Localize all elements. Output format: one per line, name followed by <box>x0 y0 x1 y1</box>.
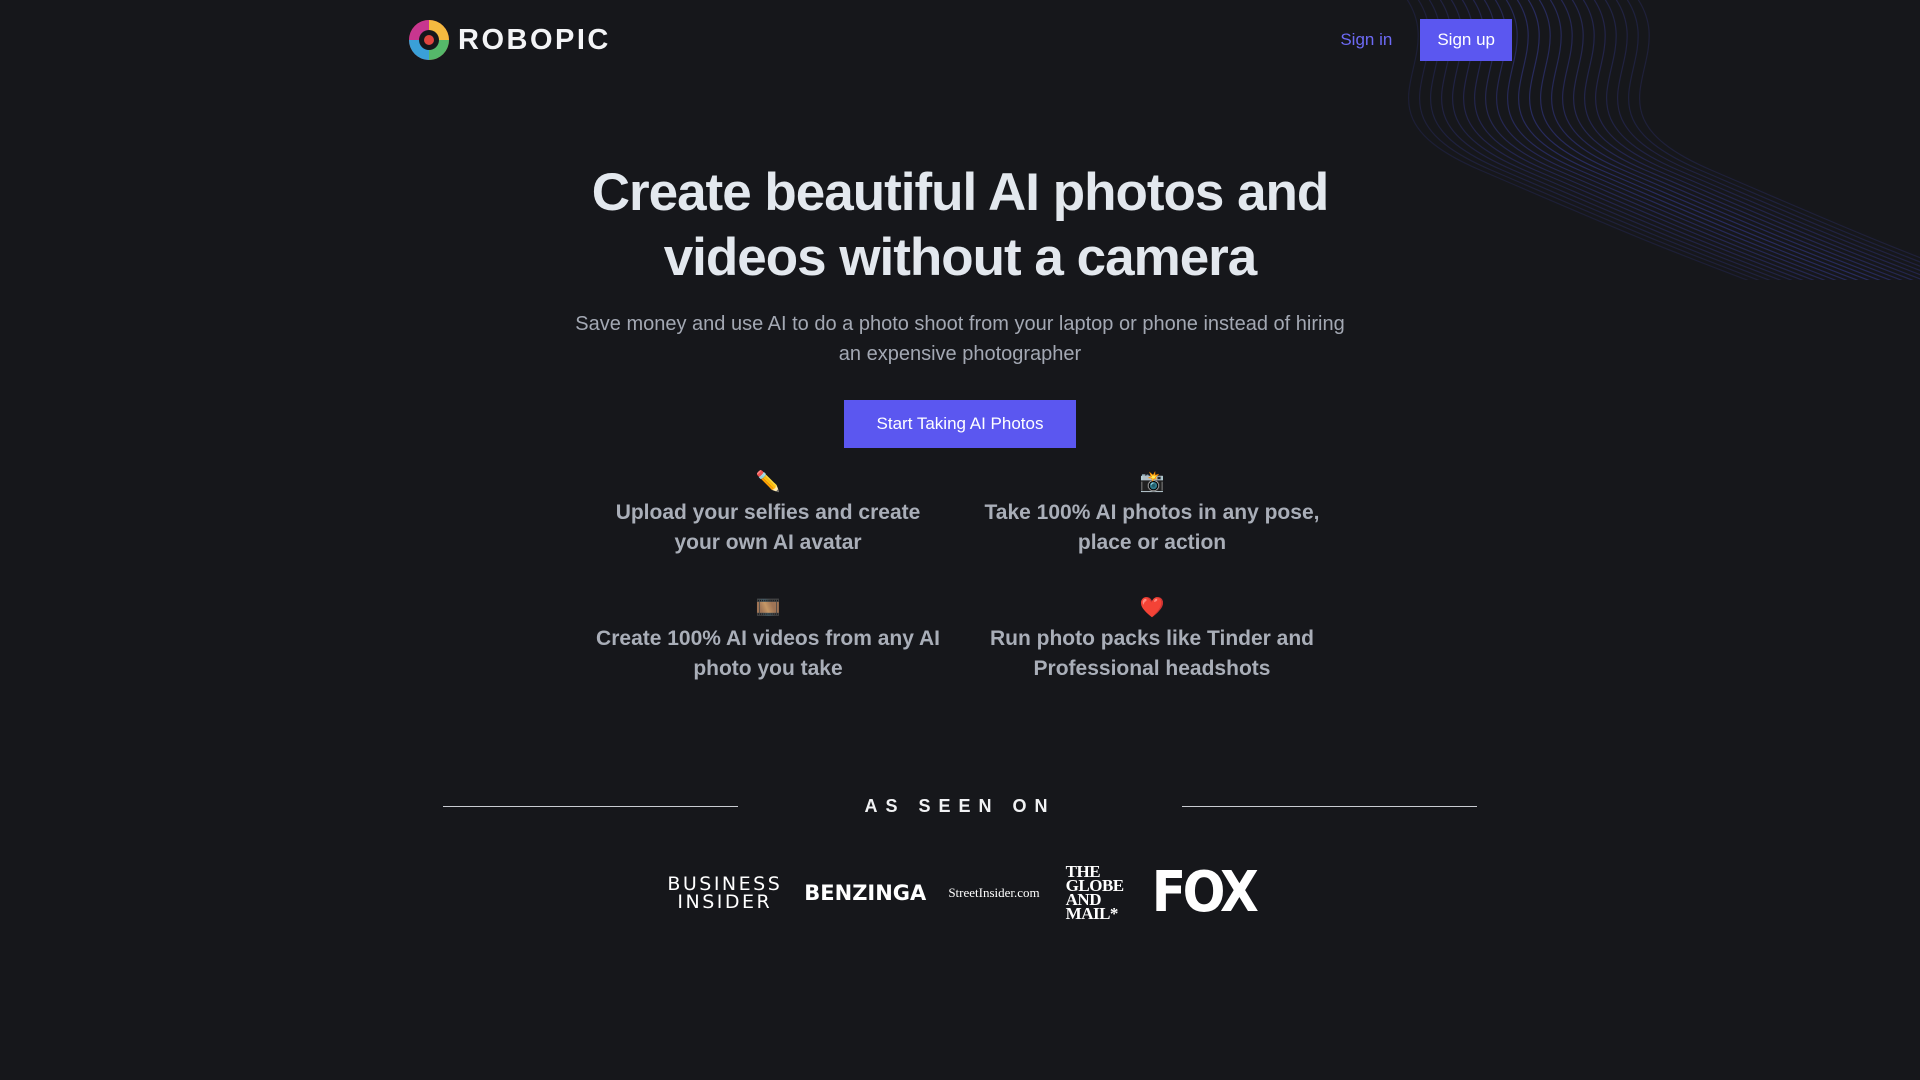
features-grid: ✏️ Upload your selfies and create your o… <box>576 470 1344 684</box>
feature-item: ❤️ Run photo packs like Tinder and Profe… <box>960 596 1344 684</box>
feature-item: ✏️ Upload your selfies and create your o… <box>576 470 960 558</box>
robopic-logo-icon <box>409 20 449 60</box>
top-navbar: ROBOPIC Sign in Sign up <box>408 18 1512 62</box>
hero-title: Create beautiful AI photos and videos wi… <box>510 160 1410 290</box>
feature-item: 🎞️ Create 100% AI videos from any AI pho… <box>576 596 960 684</box>
brand[interactable]: ROBOPIC <box>408 19 611 61</box>
globe-and-mail-line-4: MAIL* <box>1065 904 1119 923</box>
hero-title-line-2: videos without a camera <box>663 228 1258 287</box>
nav-actions: Sign in Sign up <box>1340 19 1512 61</box>
sign-in-link[interactable]: Sign in <box>1340 30 1392 50</box>
benzinga-logo: BENZINGA <box>804 881 927 905</box>
red-heart-icon: ❤️ <box>1139 597 1165 619</box>
divider-line-left <box>443 805 738 807</box>
globe-and-mail-logo: THE GLOBE AND MAIL* <box>1065 863 1124 923</box>
hero-title-line-1: Create beautiful AI photos and <box>591 163 1330 222</box>
feature-item: 📸 Take 100% AI photos in any pose, place… <box>960 470 1344 558</box>
feature-text: Take 100% AI photos in any pose, place o… <box>984 501 1320 554</box>
feature-text: Upload your selfies and create your own … <box>615 501 921 554</box>
divider-line-right <box>1182 805 1477 807</box>
hero-subtitle: Save money and use AI to do a photo shoo… <box>575 313 1345 365</box>
brand-name: ROBOPIC <box>458 23 611 56</box>
hero-section: Create beautiful AI photos and videos wi… <box>0 160 1920 448</box>
feature-text: Create 100% AI videos from any AI photo … <box>596 627 940 680</box>
start-taking-ai-photos-button[interactable]: Start Taking AI Photos <box>844 400 1076 448</box>
camera-flash-icon: 📸 <box>1139 471 1165 493</box>
film-frames-icon: 🎞️ <box>755 597 781 619</box>
business-insider-logo: BUSINESS INSIDER <box>667 875 782 913</box>
pencil-icon: ✏️ <box>755 471 781 493</box>
press-logos: BUSINESS INSIDER BENZINGA StreetInsider.… <box>0 862 1920 924</box>
as-seen-on-label: AS SEEN ON <box>864 795 1056 816</box>
feature-text: Run photo packs like Tinder and Professi… <box>990 627 1314 680</box>
streetinsider-logo: StreetInsider.com <box>948 885 1040 900</box>
sign-up-button[interactable]: Sign up <box>1420 19 1512 61</box>
business-insider-line-2: INSIDER <box>677 891 773 913</box>
fox-logo: FOX <box>1151 860 1258 925</box>
as-seen-on-divider: AS SEEN ON <box>443 794 1477 818</box>
